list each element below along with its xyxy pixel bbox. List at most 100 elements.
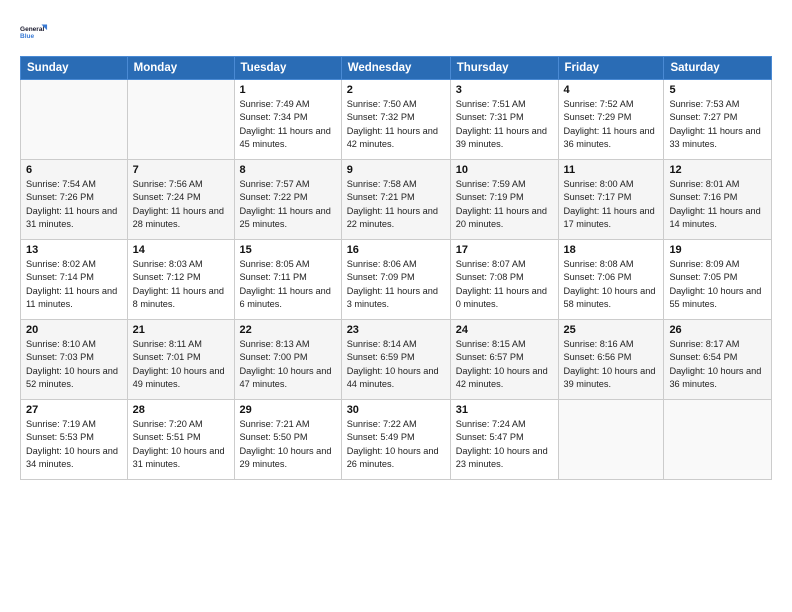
day-info: Sunrise: 8:16 AMSunset: 6:56 PMDaylight:… <box>564 338 659 391</box>
week-row-1: 1 Sunrise: 7:49 AMSunset: 7:34 PMDaylight… <box>21 80 772 160</box>
calendar-cell: 17Sunrise: 8:07 AMSunset: 7:08 PMDayligh… <box>450 240 558 320</box>
day-number: 8 <box>240 164 336 176</box>
day-info: Sunrise: 7:59 AMSunset: 7:19 PMDaylight:… <box>456 178 553 231</box>
weekday-tuesday: Tuesday <box>234 57 341 80</box>
svg-text:Blue: Blue <box>20 33 34 40</box>
calendar-cell: 22Sunrise: 8:13 AMSunset: 7:00 PMDayligh… <box>234 320 341 400</box>
calendar-cell: 12 Sunrise: 8:01 AMSunset: 7:16 PMDayligh… <box>664 160 772 240</box>
day-number: 11 <box>564 164 659 176</box>
calendar-cell: 29 Sunrise: 7:21 AMSunset: 5:50 PMDayligh… <box>234 400 341 480</box>
weekday-saturday: Saturday <box>664 57 772 80</box>
day-number: 30 <box>347 404 445 416</box>
logo-icon: GeneralBlue <box>20 18 48 46</box>
calendar-cell: 10 Sunrise: 7:59 AMSunset: 7:19 PMDayligh… <box>450 160 558 240</box>
day-number: 28 <box>133 404 229 416</box>
day-info: Sunrise: 8:15 AMSunset: 6:57 PMDaylight:… <box>456 338 553 391</box>
calendar-cell: 4 Sunrise: 7:52 AMSunset: 7:29 PMDaylight… <box>558 80 664 160</box>
calendar-cell: 6 Sunrise: 7:54 AMSunset: 7:26 PMDaylight… <box>21 160 128 240</box>
calendar-cell: 27 Sunrise: 7:19 AMSunset: 5:53 PMDayligh… <box>21 400 128 480</box>
day-info: Sunrise: 8:10 AMSunset: 7:03 PMDaylight:… <box>26 338 122 391</box>
day-info: Sunrise: 7:52 AMSunset: 7:29 PMDaylight:… <box>564 98 659 151</box>
calendar-cell: 8 Sunrise: 7:57 AMSunset: 7:22 PMDaylight… <box>234 160 341 240</box>
day-number: 22 <box>240 324 336 336</box>
day-number: 1 <box>240 84 336 96</box>
day-info: Sunrise: 7:58 AMSunset: 7:21 PMDaylight:… <box>347 178 445 231</box>
day-info: Sunrise: 8:01 AMSunset: 7:16 PMDaylight:… <box>669 178 766 231</box>
day-number: 3 <box>456 84 553 96</box>
day-number: 21 <box>133 324 229 336</box>
calendar-cell: 11 Sunrise: 8:00 AMSunset: 7:17 PMDayligh… <box>558 160 664 240</box>
day-info: Sunrise: 7:57 AMSunset: 7:22 PMDaylight:… <box>240 178 336 231</box>
page-header: GeneralBlue <box>20 18 772 46</box>
day-info: Sunrise: 7:19 AMSunset: 5:53 PMDaylight:… <box>26 418 122 471</box>
day-number: 14 <box>133 244 229 256</box>
day-info: Sunrise: 8:09 AMSunset: 7:05 PMDaylight:… <box>669 258 766 311</box>
calendar-cell: 14 Sunrise: 8:03 AMSunset: 7:12 PMDayligh… <box>127 240 234 320</box>
day-number: 23 <box>347 324 445 336</box>
day-info: Sunrise: 8:02 AMSunset: 7:14 PMDaylight:… <box>26 258 122 311</box>
calendar-cell: 31Sunrise: 7:24 AMSunset: 5:47 PMDayligh… <box>450 400 558 480</box>
day-number: 27 <box>26 404 122 416</box>
day-info: Sunrise: 8:11 AMSunset: 7:01 PMDaylight:… <box>133 338 229 391</box>
weekday-monday: Monday <box>127 57 234 80</box>
week-row-2: 6 Sunrise: 7:54 AMSunset: 7:26 PMDaylight… <box>21 160 772 240</box>
calendar-cell: 28 Sunrise: 7:20 AMSunset: 5:51 PMDayligh… <box>127 400 234 480</box>
calendar-cell: 21 Sunrise: 8:11 AMSunset: 7:01 PMDayligh… <box>127 320 234 400</box>
day-number: 18 <box>564 244 659 256</box>
calendar-cell <box>558 400 664 480</box>
weekday-friday: Friday <box>558 57 664 80</box>
day-info: Sunrise: 8:00 AMSunset: 7:17 PMDaylight:… <box>564 178 659 231</box>
day-number: 29 <box>240 404 336 416</box>
weekday-wednesday: Wednesday <box>341 57 450 80</box>
week-row-4: 20 Sunrise: 8:10 AMSunset: 7:03 PMDayligh… <box>21 320 772 400</box>
calendar-cell: 1 Sunrise: 7:49 AMSunset: 7:34 PMDaylight… <box>234 80 341 160</box>
day-info: Sunrise: 8:14 AMSunset: 6:59 PMDaylight:… <box>347 338 445 391</box>
day-number: 17 <box>456 244 553 256</box>
calendar-cell: 7 Sunrise: 7:56 AMSunset: 7:24 PMDaylight… <box>127 160 234 240</box>
day-number: 19 <box>669 244 766 256</box>
day-number: 5 <box>669 84 766 96</box>
day-info: Sunrise: 8:06 AMSunset: 7:09 PMDaylight:… <box>347 258 445 311</box>
day-info: Sunrise: 8:05 AMSunset: 7:11 PMDaylight:… <box>240 258 336 311</box>
weekday-thursday: Thursday <box>450 57 558 80</box>
day-number: 7 <box>133 164 229 176</box>
day-number: 31 <box>456 404 553 416</box>
day-info: Sunrise: 7:49 AMSunset: 7:34 PMDaylight:… <box>240 98 336 151</box>
day-info: Sunrise: 7:20 AMSunset: 5:51 PMDaylight:… <box>133 418 229 471</box>
calendar-cell: 3 Sunrise: 7:51 AMSunset: 7:31 PMDaylight… <box>450 80 558 160</box>
day-number: 4 <box>564 84 659 96</box>
day-info: Sunrise: 8:03 AMSunset: 7:12 PMDaylight:… <box>133 258 229 311</box>
day-info: Sunrise: 7:51 AMSunset: 7:31 PMDaylight:… <box>456 98 553 151</box>
calendar-cell: 18Sunrise: 8:08 AMSunset: 7:06 PMDayligh… <box>558 240 664 320</box>
logo: GeneralBlue <box>20 18 48 46</box>
calendar-cell: 9Sunrise: 7:58 AMSunset: 7:21 PMDaylight… <box>341 160 450 240</box>
calendar-cell: 30Sunrise: 7:22 AMSunset: 5:49 PMDayligh… <box>341 400 450 480</box>
calendar-cell <box>127 80 234 160</box>
day-number: 25 <box>564 324 659 336</box>
day-info: Sunrise: 7:54 AMSunset: 7:26 PMDaylight:… <box>26 178 122 231</box>
calendar-table: SundayMondayTuesdayWednesdayThursdayFrid… <box>20 56 772 480</box>
day-number: 2 <box>347 84 445 96</box>
calendar-cell: 5Sunrise: 7:53 AMSunset: 7:27 PMDaylight… <box>664 80 772 160</box>
weekday-header-row: SundayMondayTuesdayWednesdayThursdayFrid… <box>21 57 772 80</box>
day-number: 20 <box>26 324 122 336</box>
day-number: 15 <box>240 244 336 256</box>
calendar-cell: 19 Sunrise: 8:09 AMSunset: 7:05 PMDayligh… <box>664 240 772 320</box>
calendar-cell: 25 Sunrise: 8:16 AMSunset: 6:56 PMDayligh… <box>558 320 664 400</box>
day-info: Sunrise: 7:21 AMSunset: 5:50 PMDaylight:… <box>240 418 336 471</box>
day-info: Sunrise: 8:17 AMSunset: 6:54 PMDaylight:… <box>669 338 766 391</box>
day-number: 26 <box>669 324 766 336</box>
day-info: Sunrise: 7:56 AMSunset: 7:24 PMDaylight:… <box>133 178 229 231</box>
day-number: 10 <box>456 164 553 176</box>
weekday-sunday: Sunday <box>21 57 128 80</box>
day-number: 6 <box>26 164 122 176</box>
calendar-cell: 2 Sunrise: 7:50 AMSunset: 7:32 PMDaylight… <box>341 80 450 160</box>
calendar-cell <box>21 80 128 160</box>
calendar-cell: 24 Sunrise: 8:15 AMSunset: 6:57 PMDayligh… <box>450 320 558 400</box>
day-number: 12 <box>669 164 766 176</box>
svg-text:General: General <box>20 26 44 33</box>
week-row-3: 13Sunrise: 8:02 AMSunset: 7:14 PMDayligh… <box>21 240 772 320</box>
day-info: Sunrise: 7:50 AMSunset: 7:32 PMDaylight:… <box>347 98 445 151</box>
day-number: 24 <box>456 324 553 336</box>
day-number: 16 <box>347 244 445 256</box>
